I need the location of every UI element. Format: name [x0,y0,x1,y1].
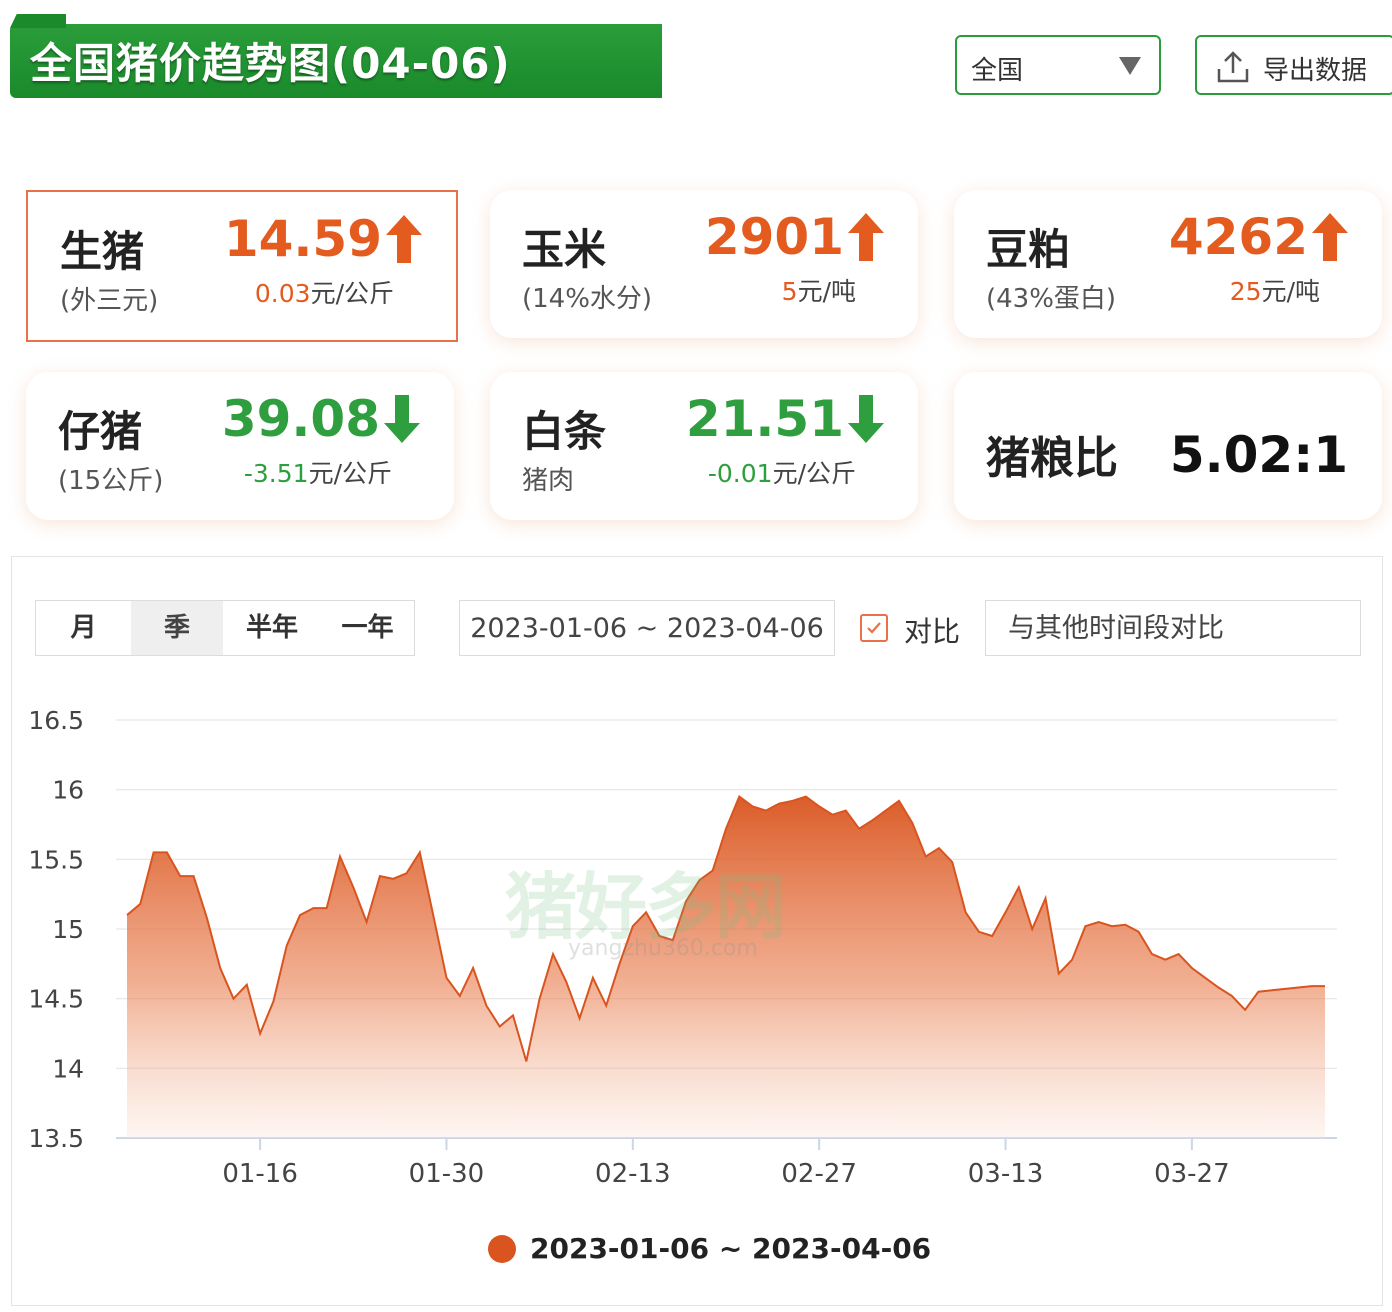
card-value: 14.59 [224,210,422,268]
arrow-up-icon [848,213,884,261]
y-tick-label: 16.5 [28,706,84,735]
tab-month[interactable]: 月 [36,601,131,655]
y-tick-label: 15 [52,915,84,944]
watermark-url: yangzhu360.com [568,936,758,961]
card-value: 2901 [705,208,884,266]
card-name: 生猪 [60,227,145,276]
arrow-up-icon [386,215,422,263]
legend-label[interactable]: 2023-01-06 ~ 2023-04-06 [530,1232,931,1265]
card-name: 玉米 [522,225,607,274]
x-tick-label: 03-13 [968,1159,1044,1189]
y-tick-label: 14.5 [28,985,84,1014]
card-live-hog[interactable]: 生猪 (外三元) 14.59 0.03元/公斤 [26,190,458,342]
compare-period-input[interactable]: 与其他时间段对比 [985,600,1361,656]
card-change: 5元/吨 [781,277,856,306]
card-piglet[interactable]: 仔猪 (15公斤) 39.08 -3.51元/公斤 [26,372,454,520]
card-name: 白条 [522,407,607,456]
card-change: -3.51元/公斤 [243,459,392,488]
card-sub: (外三元) [60,286,159,316]
card-name: 仔猪 [58,407,143,456]
checkmark-icon [867,622,881,634]
card-sub: 猪肉 [522,466,575,496]
card-sub: (15公斤) [58,466,164,496]
card-value: 5.02:1 [1169,426,1348,484]
period-tabs: 月 季 半年 一年 [35,600,415,656]
card-corn[interactable]: 玉米 (14%水分) 2901 5元/吨 [490,190,918,338]
upload-icon [1215,49,1251,89]
export-data-label: 导出数据 [1263,56,1368,86]
card-pork-carcass[interactable]: 白条 猪肉 21.51 -0.01元/公斤 [490,372,918,520]
tab-one-year[interactable]: 一年 [321,601,414,655]
y-tick-label: 14 [52,1054,84,1083]
tab-quarter[interactable]: 季 [131,601,223,655]
card-name: 豆粕 [986,225,1071,274]
x-tick-label: 03-27 [1154,1159,1230,1189]
card-value: 39.08 [222,390,420,448]
compare-label: 对比 [904,615,961,648]
arrow-down-icon [848,395,884,443]
card-hog-grain-ratio[interactable]: 猪粮比 5.02:1 [954,372,1382,520]
card-name: 猪粮比 [986,433,1118,484]
card-sub: (43%蛋白) [986,284,1117,314]
region-select[interactable]: 全国 [955,35,1161,95]
x-tick-label: 02-13 [595,1159,671,1189]
card-change: 25元/吨 [1229,277,1320,306]
x-tick-label: 02-27 [781,1159,857,1189]
compare-checkbox[interactable] [860,614,888,642]
page-title: 全国猪价趋势图(04-06) [30,39,511,88]
chevron-down-icon [1119,57,1141,75]
x-tick-label: 01-30 [409,1159,485,1189]
y-tick-label: 16 [52,776,84,805]
legend-marker [488,1235,516,1263]
arrow-down-icon [384,395,420,443]
export-data-button[interactable]: 导出数据 [1195,35,1392,95]
arrow-up-icon [1312,213,1348,261]
card-value: 21.51 [686,390,884,448]
card-change: 0.03元/公斤 [254,279,394,308]
x-tick-label: 01-16 [222,1159,298,1189]
card-value: 4262 [1169,208,1348,266]
card-soybean-meal[interactable]: 豆粕 (43%蛋白) 4262 25元/吨 [954,190,1382,338]
y-tick-label: 13.5 [28,1124,84,1153]
tab-half-year[interactable]: 半年 [223,601,321,655]
card-change: -0.01元/公斤 [707,459,856,488]
y-tick-label: 15.5 [28,845,84,874]
card-sub: (14%水分) [522,284,653,314]
date-range-picker[interactable]: 2023-01-06 ~ 2023-04-06 [459,600,835,656]
region-select-value: 全国 [971,56,1024,86]
